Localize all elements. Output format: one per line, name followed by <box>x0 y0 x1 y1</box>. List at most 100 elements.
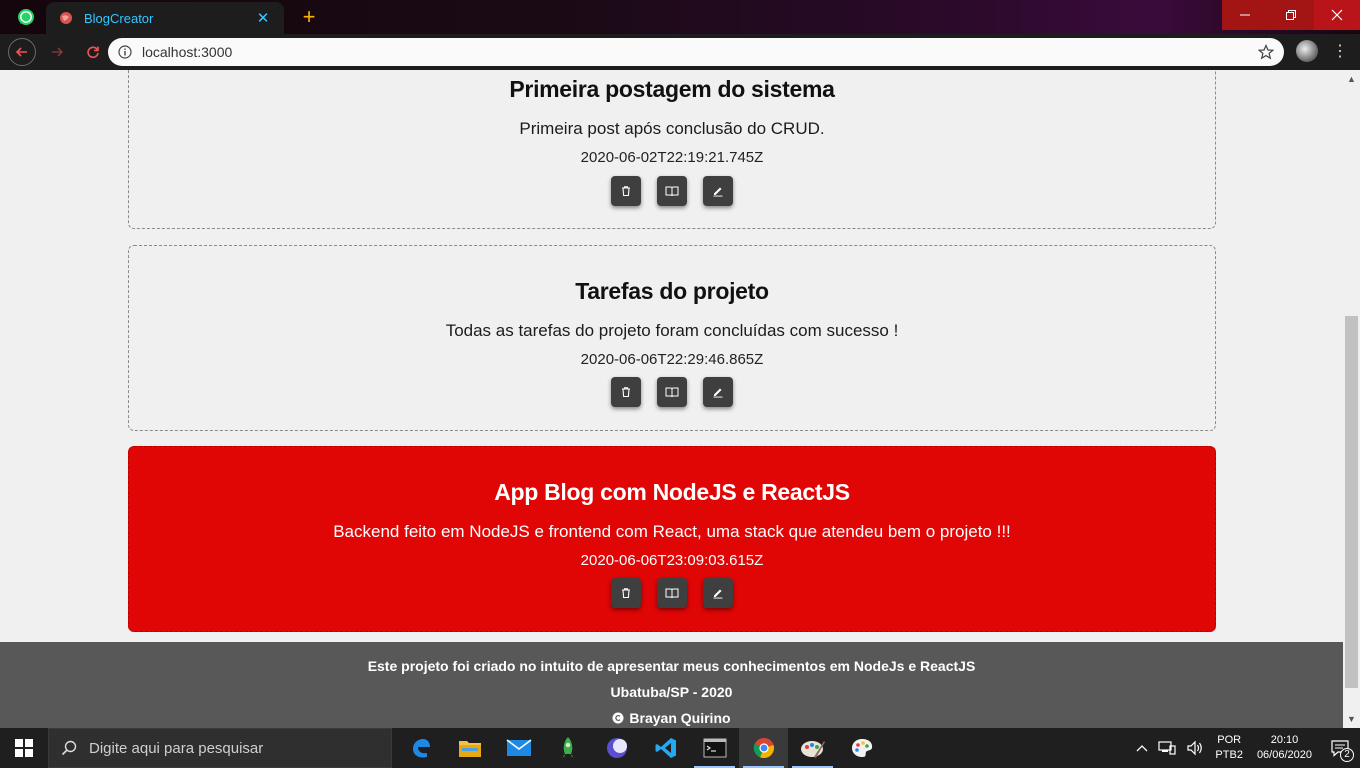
scroll-thumb[interactable] <box>1345 316 1358 688</box>
tab-title: BlogCreator <box>84 10 154 26</box>
restore-icon <box>1286 10 1296 20</box>
new-tab-button[interactable]: + <box>298 6 320 28</box>
windows-logo-icon <box>15 739 33 757</box>
volume-icon[interactable] <box>1181 740 1209 756</box>
page-footer: Este projeto foi criado no intuito de ap… <box>0 642 1343 728</box>
input-language[interactable]: POR PTB2 <box>1209 733 1249 763</box>
scroll-down-icon[interactable]: ▼ <box>1343 712 1360 726</box>
menu-icon[interactable]: ⋮ <box>1332 41 1348 63</box>
post-description: Todas as tarefas do projeto foram conclu… <box>445 321 899 340</box>
read-button[interactable] <box>657 578 687 608</box>
arrow-left-icon <box>15 47 27 57</box>
info-icon <box>118 45 132 59</box>
close-icon <box>1331 9 1343 21</box>
bookmark-star-icon[interactable] <box>1258 44 1274 60</box>
start-button[interactable] <box>0 728 48 768</box>
keyboard-layout: PTB2 <box>1215 749 1243 761</box>
post-title: App Blog com NodeJS e ReactJS <box>494 479 850 505</box>
post-title: Tarefas do projeto <box>575 278 769 304</box>
taskbar-eclipse-app[interactable] <box>592 728 641 768</box>
open-book-icon <box>665 387 679 398</box>
delete-button[interactable] <box>611 176 641 206</box>
open-book-icon <box>665 588 679 599</box>
edge-icon <box>412 739 430 758</box>
read-button[interactable] <box>657 377 687 407</box>
window-controls <box>1222 0 1360 30</box>
delete-button[interactable] <box>611 578 641 608</box>
restore-button[interactable] <box>1268 0 1314 30</box>
globe-icon <box>58 10 74 26</box>
footer-copyright: Brayan Quirino <box>0 710 1343 726</box>
read-button[interactable] <box>657 176 687 206</box>
footer-description: Este projeto foi criado no intuito de ap… <box>367 658 976 674</box>
action-center-button[interactable]: 2 <box>1320 728 1360 768</box>
page-viewport: Primeira postagem do sistema Primeira po… <box>0 70 1343 728</box>
post-card-highlighted: App Blog com NodeJS e ReactJS Backend fe… <box>128 446 1216 632</box>
rocket-icon <box>561 737 574 758</box>
post-date: 2020-06-02T22:19:21.745Z <box>580 149 764 166</box>
post-title: Primeira postagem do sistema <box>509 76 835 102</box>
network-icon[interactable] <box>1153 740 1181 756</box>
taskbar-paint-app[interactable] <box>788 728 837 768</box>
taskbar-rocket-app[interactable] <box>543 728 592 768</box>
search-placeholder: Digite aqui para pesquisar <box>89 739 264 757</box>
taskbar-paint3d-app[interactable] <box>837 728 886 768</box>
show-hidden-icons[interactable] <box>1131 744 1153 752</box>
vscode-icon <box>655 738 676 758</box>
edit-button[interactable] <box>703 377 733 407</box>
post-description: Backend feito em NodeJS e frontend com R… <box>333 522 1011 541</box>
post-card: Tarefas do projeto Todas as tarefas do p… <box>128 245 1216 431</box>
browser-toolbar: localhost:3000 ⋮ <box>0 34 1360 70</box>
footer-location: Ubatuba/SP - 2020 <box>610 684 733 700</box>
profile-avatar[interactable] <box>1296 40 1318 62</box>
chrome-icon <box>753 738 774 759</box>
post-description: Primeira post após conclusão do CRUD. <box>519 119 825 138</box>
folder-icon <box>458 741 481 757</box>
language-code: POR <box>1217 734 1242 746</box>
search-icon <box>61 740 77 756</box>
trash-icon <box>622 186 630 197</box>
windows-taskbar: Digite aqui para pesquisar POR PTB2 20:1… <box>0 728 1360 768</box>
close-window-button[interactable] <box>1314 0 1360 30</box>
taskbar-edge[interactable] <box>396 728 445 768</box>
system-clock[interactable]: 20:10 06/06/2020 <box>1249 733 1320 763</box>
taskbar-mail[interactable] <box>494 728 543 768</box>
taskbar-file-explorer[interactable] <box>445 728 494 768</box>
clock-date: 06/06/2020 <box>1256 749 1312 761</box>
terminal-icon <box>703 738 726 758</box>
url-text: localhost:3000 <box>142 44 233 60</box>
post-date: 2020-06-06T23:09:03.615Z <box>580 552 764 569</box>
whatsapp-pinned-tab[interactable] <box>14 6 38 28</box>
open-book-icon <box>665 186 679 197</box>
post-actions <box>129 176 1215 206</box>
edit-button[interactable] <box>703 578 733 608</box>
edit-button[interactable] <box>703 176 733 206</box>
palette-icon <box>851 739 872 757</box>
taskbar-terminal[interactable] <box>690 728 739 768</box>
taskbar-search-input[interactable]: Digite aqui para pesquisar <box>48 728 392 768</box>
clock-time: 20:10 <box>1270 734 1299 746</box>
moon-circle-icon <box>606 738 627 758</box>
pencil-icon <box>713 589 723 599</box>
forward-button[interactable] <box>42 37 72 67</box>
trash-icon <box>622 588 630 599</box>
mail-icon <box>506 739 531 756</box>
scroll-up-icon[interactable]: ▲ <box>1343 72 1360 86</box>
taskbar-vscode[interactable] <box>641 728 690 768</box>
chevron-up-icon <box>1136 745 1148 752</box>
notification-count: 2 <box>1340 748 1354 762</box>
arrow-right-icon <box>52 47 64 57</box>
taskbar-chrome[interactable] <box>739 728 788 768</box>
reload-button[interactable] <box>78 37 108 67</box>
minimize-button[interactable] <box>1222 0 1268 30</box>
address-bar[interactable]: localhost:3000 <box>108 38 1284 66</box>
page-scrollbar[interactable]: ▲ ▼ <box>1343 70 1360 728</box>
footer-author: Brayan Quirino <box>629 710 731 726</box>
browser-titlebar: BlogCreator ✕ + <box>0 0 1360 34</box>
delete-button[interactable] <box>611 377 641 407</box>
pencil-icon <box>713 187 723 197</box>
browser-tab-blogcreator[interactable]: BlogCreator ✕ <box>46 2 284 34</box>
whatsapp-icon <box>18 9 34 25</box>
close-tab-icon[interactable]: ✕ <box>254 9 272 27</box>
back-button[interactable] <box>8 38 36 66</box>
